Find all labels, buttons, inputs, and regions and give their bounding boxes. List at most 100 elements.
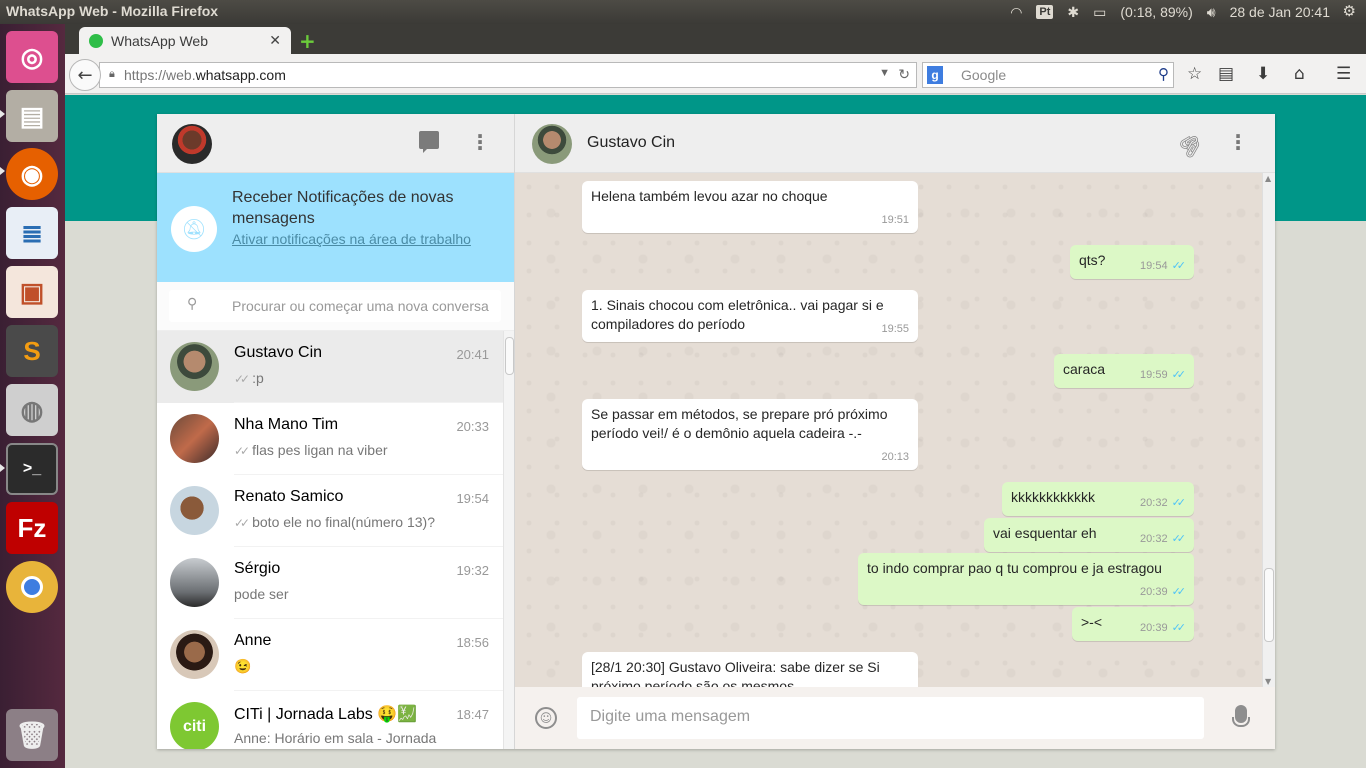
chat-time: 18:56 <box>456 635 489 650</box>
message-text: caraca <box>1063 361 1106 377</box>
read-receipt-icon: ✓✓ <box>1171 622 1187 634</box>
message-incoming[interactable]: 1. Sinais chocou com eletrônica.. vai pa… <box>582 290 918 342</box>
keyboard-layout-indicator[interactable]: Pt <box>1036 5 1054 19</box>
whatsapp-favicon-icon <box>89 34 103 48</box>
url-history-dropdown-icon[interactable]: ▼ <box>879 67 890 79</box>
chat-item[interactable]: Nha Mano Tim 20:33 ✓✓ flas pes ligan na v… <box>157 403 503 475</box>
read-receipt-icon: ✓✓ <box>1171 497 1187 509</box>
chat-time: 18:47 <box>456 707 489 722</box>
sidebar-menu-icon[interactable]: · · · <box>475 126 485 158</box>
bluetooth-icon[interactable]: ✱ <box>1067 4 1079 21</box>
message-outgoing[interactable]: caraca 19:59 ✓✓ <box>1054 354 1194 388</box>
chat-search-input[interactable]: ⚲ Procurar ou começar uma nova conversa <box>169 290 501 322</box>
contact-name[interactable]: Gustavo Cin <box>587 134 675 152</box>
new-tab-button[interactable]: + <box>299 29 316 53</box>
message-outgoing[interactable]: vai esquentar eh 20:32 ✓✓ <box>984 518 1194 552</box>
tab-title: WhatsApp Web <box>111 33 209 49</box>
navigation-bar: 🔒︎ https://web.whatsapp.com ▼ ↻ ← g Goog… <box>65 54 1366 94</box>
bookmarks-menu-icon[interactable]: ▤ <box>1218 64 1234 84</box>
contact-avatar[interactable] <box>532 124 572 164</box>
chat-time: 19:32 <box>456 563 489 578</box>
chrome-icon[interactable] <box>6 561 58 613</box>
new-chat-icon[interactable] <box>419 131 439 153</box>
clock[interactable]: 28 de Jan 20:41 <box>1230 4 1330 20</box>
message-outgoing[interactable]: >-< 20:39 ✓✓ <box>1072 607 1194 641</box>
read-receipt-icon: ✓✓ <box>1171 533 1187 545</box>
chat-item[interactable]: Renato Samico 19:54 ✓✓ boto ele no final(… <box>157 475 503 547</box>
close-tab-icon[interactable]: ✕ <box>269 32 281 49</box>
chat-last-message: ✓✓ flas pes ligan na viber <box>234 442 388 458</box>
ubuntu-icon[interactable]: ◎ <box>6 31 58 83</box>
muted-bell-icon: 🔕︎ <box>171 206 217 252</box>
notification-title: Receber Notificações de novas mensagens <box>232 189 454 227</box>
message-outgoing[interactable]: kkkkkkkkkkkk 20:32 ✓✓ <box>1002 482 1194 516</box>
message-input[interactable]: Digite uma mensagem <box>577 697 1204 739</box>
chat-item[interactable]: citi CITi | Jornada Labs 🤑💹 18:47 Anne: … <box>157 691 503 749</box>
scroll-down-icon[interactable]: ▼ <box>1265 677 1271 686</box>
reload-icon[interactable]: ↻ <box>898 66 910 83</box>
impress-icon[interactable]: ▣ <box>6 266 58 318</box>
bookmark-star-icon[interactable]: ☆ <box>1187 64 1202 84</box>
search-icon[interactable]: ⚲ <box>1158 65 1169 83</box>
battery-icon[interactable]: ▭ <box>1093 4 1106 21</box>
double-check-icon: ✓✓ <box>234 516 250 530</box>
window-title: WhatsApp Web - Mozilla Firefox <box>6 3 219 19</box>
enable-notifications-link[interactable]: Ativar notificações na área de trabalho <box>232 230 502 249</box>
read-receipt-icon: ✓✓ <box>1171 586 1187 598</box>
url-bar[interactable]: 🔒︎ https://web.whatsapp.com ▼ ↻ <box>99 62 917 88</box>
google-engine-icon[interactable]: g <box>927 66 943 84</box>
message-scrollbar[interactable]: ▲ ▼ <box>1262 173 1275 687</box>
message-incoming[interactable]: [28/1 20:30] Gustavo Oliveira: sabe dize… <box>582 652 918 687</box>
message-text: qts? <box>1079 252 1106 268</box>
composer: ☺ Digite uma mensagem <box>515 687 1275 749</box>
disk-icon[interactable]: ◍ <box>6 384 58 436</box>
downloads-icon[interactable]: ⬇ <box>1256 64 1270 84</box>
home-icon[interactable]: ⌂ <box>1294 64 1305 84</box>
firefox-icon[interactable]: ◉ <box>6 148 58 200</box>
emoji-icon[interactable]: ☺ <box>535 707 557 729</box>
scroll-up-icon[interactable]: ▲ <box>1265 174 1271 183</box>
chat-time: 19:54 <box>456 491 489 506</box>
attach-icon[interactable]: 🖇︎ <box>1173 128 1208 163</box>
back-button[interactable]: ← <box>69 59 101 91</box>
whatsapp-app: · · · 🔕︎ Receber Notificações de novas men… <box>157 114 1275 749</box>
lock-icon[interactable]: 🔒︎ <box>109 68 115 81</box>
chat-last-message: pode ser <box>234 586 289 602</box>
wifi-icon[interactable]: ◠ <box>1010 4 1022 21</box>
writer-icon[interactable]: ≣ <box>6 207 58 259</box>
tab-whatsapp[interactable]: WhatsApp Web ✕ <box>79 27 291 55</box>
terminal-icon[interactable]: >_ <box>6 443 58 495</box>
chat-item[interactable]: Sérgio 19:32 pode ser <box>157 547 503 619</box>
chat-item[interactable]: Gustavo Cin 20:41 ✓✓:p <box>157 331 503 403</box>
search-bar[interactable]: g Google ⚲ <box>922 62 1174 88</box>
battery-status[interactable]: (0:18, 89%) <box>1120 4 1192 20</box>
search-icon: ⚲ <box>187 296 198 312</box>
power-icon[interactable]: ⚙ <box>1343 2 1356 20</box>
sublime-icon[interactable]: S <box>6 325 58 377</box>
notification-banner[interactable]: 🔕︎ Receber Notificações de novas mensage… <box>157 173 514 282</box>
message-outgoing[interactable]: qts? 19:54 ✓✓ <box>1070 245 1194 279</box>
message-time: 19:54 <box>1140 260 1168 272</box>
message-text: [28/1 20:30] Gustavo Oliveira: sabe dize… <box>591 659 880 687</box>
url-domain: whatsapp.com <box>195 67 286 83</box>
files-icon[interactable]: ▤ <box>6 90 58 142</box>
chat-list: Gustavo Cin 20:41 ✓✓:p Nha Mano Tim 20:3… <box>157 331 503 749</box>
trash-icon[interactable]: 🗑︎ <box>6 709 58 761</box>
menu-icon[interactable]: ☰ <box>1336 64 1351 84</box>
microphone-icon[interactable] <box>1232 705 1250 727</box>
chat-list-scrollbar[interactable] <box>503 331 514 749</box>
message-outgoing[interactable]: to indo comprar pao q tu comprou e ja es… <box>858 553 1194 605</box>
volume-icon[interactable]: 🔊︎ <box>1207 4 1216 21</box>
sidebar: · · · 🔕︎ Receber Notificações de novas men… <box>157 114 515 749</box>
message-incoming[interactable]: Helena também levou azar no choque 19:51 <box>582 181 918 233</box>
conversation-menu-icon[interactable]: · · · <box>1233 126 1243 158</box>
message-incoming[interactable]: Se passar em métodos, se prepare pró pró… <box>582 399 918 470</box>
chat-item[interactable]: Anne 18:56 😉 <box>157 619 503 691</box>
contact-avatar <box>170 342 219 391</box>
my-avatar[interactable] <box>172 124 212 164</box>
message-text: vai esquentar eh <box>993 525 1097 541</box>
filezilla-icon[interactable]: Fz <box>6 502 58 554</box>
conversation-header[interactable]: Gustavo Cin 🖇︎ · · · <box>515 114 1275 173</box>
message-text: Helena também levou azar no choque <box>591 188 828 204</box>
message-text: Se passar em métodos, se prepare pró pró… <box>591 406 888 441</box>
